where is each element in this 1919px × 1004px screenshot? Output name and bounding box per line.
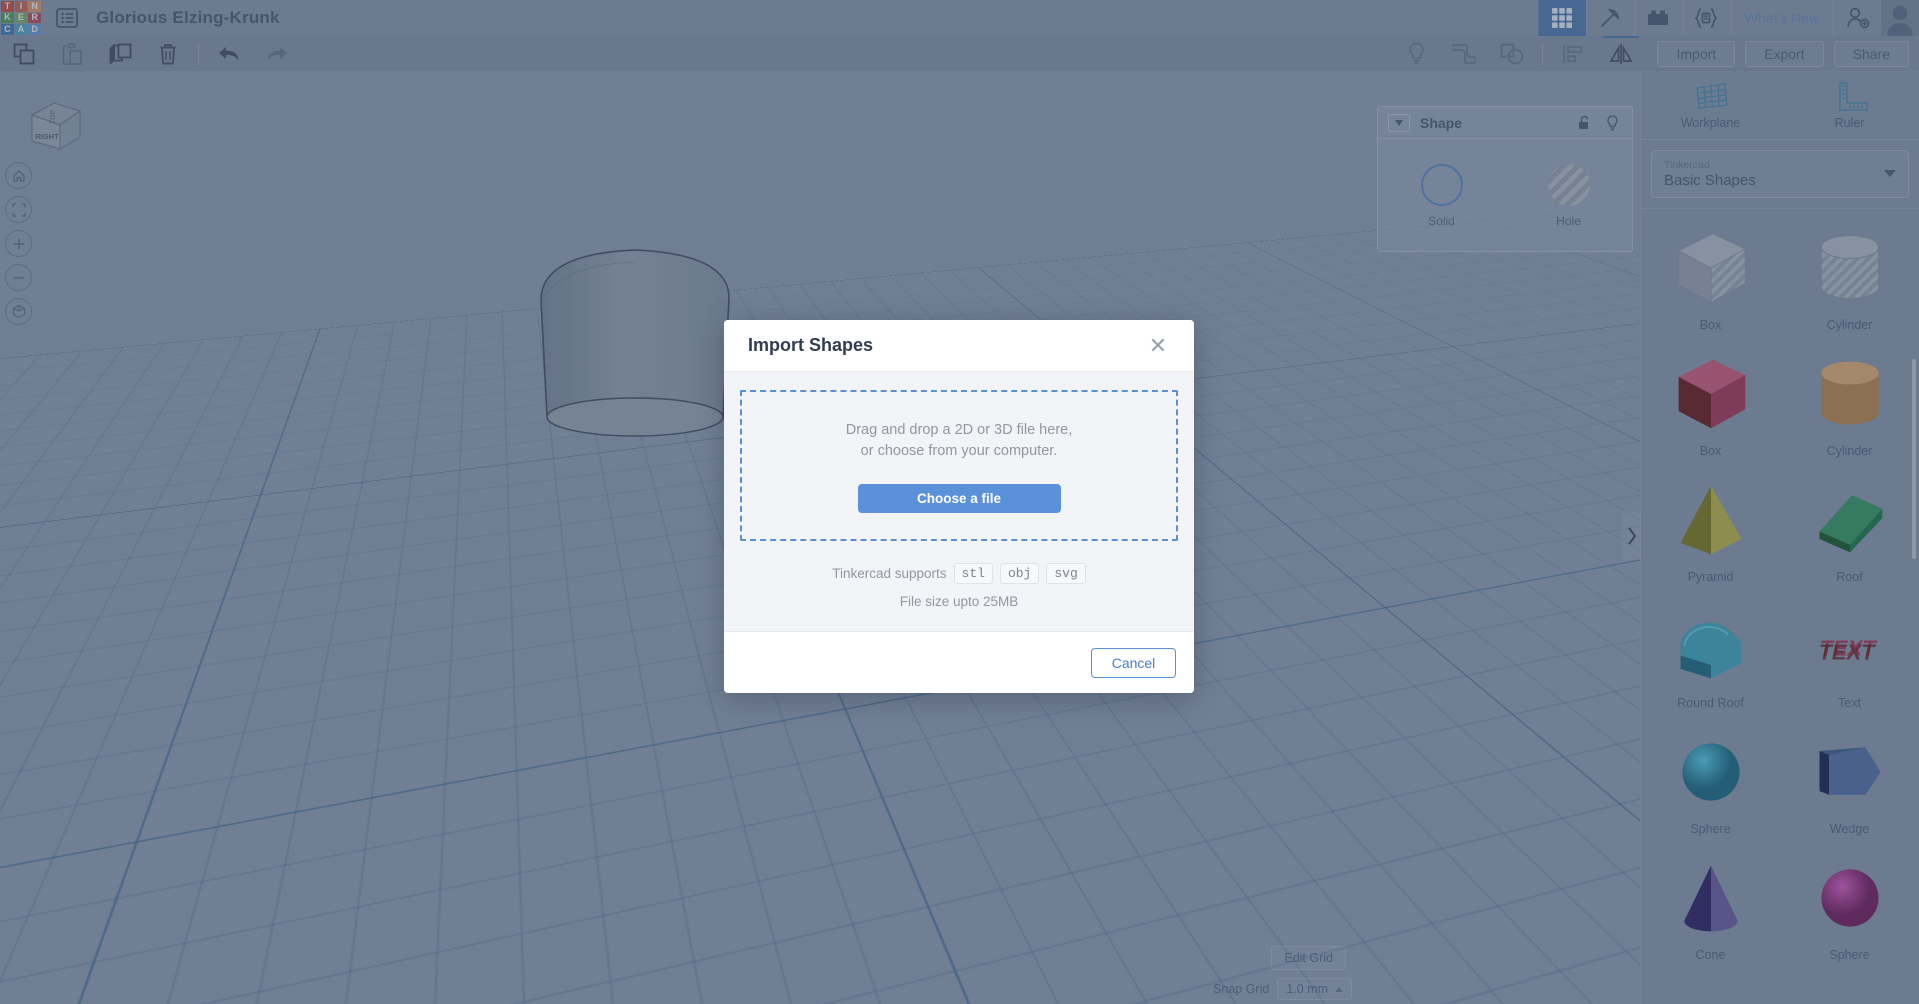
dropzone-line-2: or choose from your computer.: [860, 443, 1058, 459]
dialog-body: Drag and drop a 2D or 3D file here, or c…: [724, 372, 1194, 631]
dialog-title: Import Shapes: [748, 335, 874, 355]
format-badge-obj: obj: [999, 563, 1040, 584]
format-badge-stl: stl: [953, 563, 993, 584]
file-size-note: File size upto 25MB: [899, 594, 1019, 609]
choose-file-button[interactable]: Choose a file: [857, 484, 1061, 513]
file-dropzone[interactable]: Drag and drop a 2D or 3D file here, or c…: [740, 390, 1178, 541]
dropzone-line-1: Drag and drop a 2D or 3D file here,: [845, 422, 1073, 438]
format-badge-svg: svg: [1046, 563, 1086, 584]
close-x-icon[interactable]: ✕: [1146, 334, 1170, 357]
dialog-footer: Cancel: [724, 631, 1194, 693]
import-shapes-dialog: Import Shapes ✕ Drag and drop a 2D or 3D…: [724, 320, 1194, 693]
dialog-header: Import Shapes ✕: [724, 320, 1194, 372]
cancel-button[interactable]: Cancel: [1091, 647, 1176, 678]
tinkercad-app: TOP RIGHT Shape Solid Hole Edit Grid Sna…: [0, 0, 1919, 1004]
supported-formats-row: Tinkercad supports stl obj svg: [740, 563, 1178, 584]
supported-formats-label: Tinkercad supports: [832, 566, 947, 581]
